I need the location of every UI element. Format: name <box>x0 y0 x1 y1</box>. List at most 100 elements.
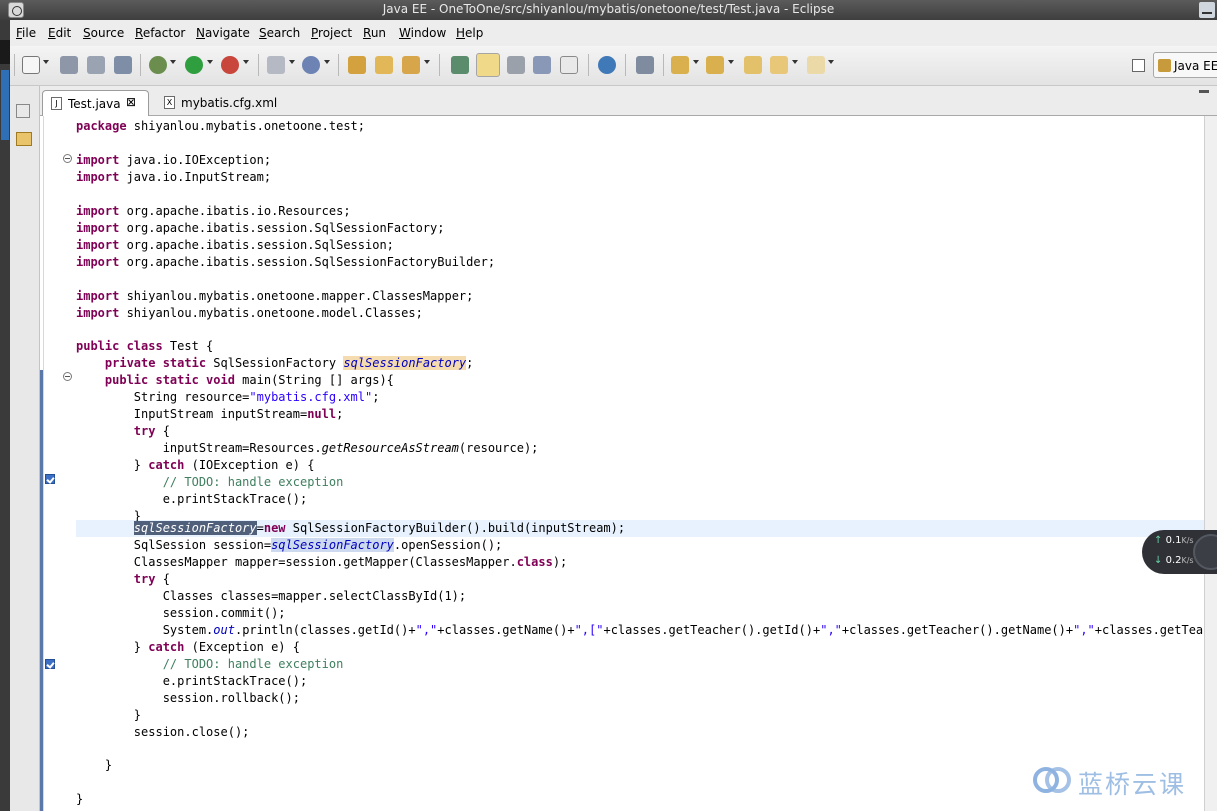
java-editor[interactable]: package shiyanlou.mybatis.onetoone.test;… <box>40 116 1217 811</box>
new-icon[interactable] <box>22 56 40 74</box>
open-resource-icon[interactable] <box>375 56 393 74</box>
code-line: inputStream=Resources.getResourceAsStrea… <box>76 441 539 455</box>
new-class-dropdown-icon[interactable] <box>324 60 330 64</box>
open-type-icon[interactable] <box>348 56 366 74</box>
menu-refactor[interactable]: Refactor <box>135 26 185 40</box>
run-icon[interactable] <box>185 56 203 74</box>
menu-run[interactable]: Run <box>363 26 386 40</box>
menu-bar: File Edit Source Refactor Navigate Searc… <box>10 20 1217 46</box>
search-dropdown-icon[interactable] <box>424 60 430 64</box>
new-class-icon[interactable] <box>302 56 320 74</box>
menu-search[interactable]: Search <box>259 26 300 40</box>
xml-file-icon: X <box>164 96 175 109</box>
menu-navigate[interactable]: Navigate <box>196 26 250 40</box>
minimize-icon[interactable] <box>1199 2 1215 18</box>
run-dropdown-icon[interactable] <box>207 60 213 64</box>
perspective-java-ee[interactable]: Java EE <box>1153 52 1217 78</box>
ruler-edge <box>43 116 44 811</box>
highlight-brush-icon[interactable] <box>476 53 500 77</box>
menu-project[interactable]: Project <box>311 26 352 40</box>
show-source-icon[interactable] <box>533 56 551 74</box>
toolbar-separator <box>258 54 259 76</box>
pin-editor-icon[interactable] <box>636 56 654 74</box>
code-line: InputStream inputStream=null; <box>76 407 344 421</box>
code-line: import java.io.InputStream; <box>76 170 272 184</box>
desktop-widget <box>0 40 10 64</box>
menu-file[interactable]: File <box>16 26 36 40</box>
new-server-icon[interactable] <box>267 56 285 74</box>
code-line: try { <box>133 424 170 438</box>
package-explorer-icon[interactable] <box>16 132 32 146</box>
next-annotation-dropdown-icon[interactable] <box>693 60 699 64</box>
forward-dropdown-icon[interactable] <box>828 60 834 64</box>
close-icon[interactable]: ⊠ <box>126 95 136 109</box>
minimized-view-stack <box>10 86 40 811</box>
task-marker-icon[interactable] <box>45 474 55 484</box>
external-tools-dropdown-icon[interactable] <box>243 60 249 64</box>
toolbar-separator <box>140 54 141 76</box>
code-line: String resource="mybatis.cfg.xml"; <box>76 390 380 404</box>
menu-window[interactable]: Window <box>399 26 446 40</box>
fold-collapse-icon[interactable] <box>63 372 72 381</box>
toggle-mark-occurrences-icon[interactable] <box>451 56 469 74</box>
code-area[interactable]: package shiyanlou.mybatis.onetoone.test;… <box>76 116 1217 811</box>
maximize-icon[interactable] <box>1199 90 1209 93</box>
restore-icon[interactable] <box>16 104 30 118</box>
network-speed-widget[interactable]: ↑ 0.1K/s ↓ 0.2K/s <box>1142 530 1217 574</box>
previous-annotation-dropdown-icon[interactable] <box>728 60 734 64</box>
code-line: // TODO: handle exception <box>162 657 344 671</box>
task-marker-icon[interactable] <box>45 659 55 669</box>
tab-test-java[interactable]: J Test.java ⊠ <box>42 90 149 116</box>
save-icon[interactable] <box>60 56 78 74</box>
menu-source[interactable]: Source <box>83 26 124 40</box>
toolbar-separator <box>588 54 589 76</box>
code-line: } <box>76 708 142 722</box>
fold-collapse-icon[interactable] <box>63 154 72 163</box>
next-annotation-icon[interactable] <box>671 56 689 74</box>
code-line: ClassesMapper mapper=session.getMapper(C… <box>76 555 568 569</box>
code-line: System.out.println(classes.getId()+","+c… <box>76 623 1217 637</box>
new-server-dropdown-icon[interactable] <box>289 60 295 64</box>
menu-edit[interactable]: Edit <box>48 26 71 40</box>
new-dropdown-icon[interactable] <box>43 60 49 64</box>
watermark: 蓝桥云课 <box>1030 763 1210 799</box>
code-line: import java.io.IOException; <box>76 153 272 167</box>
code-line: e.printStackTrace(); <box>76 674 308 688</box>
code-line: import org.apache.ibatis.session.SqlSess… <box>76 255 496 269</box>
tab-label: Test.java <box>68 97 121 111</box>
code-line: private static SqlSessionFactory sqlSess… <box>104 356 474 370</box>
toolbar-separator <box>439 54 440 76</box>
overview-ruler[interactable] <box>1204 116 1217 811</box>
save-all-icon[interactable] <box>87 56 105 74</box>
print-icon[interactable] <box>114 56 132 74</box>
menu-help[interactable]: Help <box>456 26 483 40</box>
code-line: } catch (Exception e) { <box>76 640 300 654</box>
code-line: import shiyanlou.mybatis.onetoone.mapper… <box>76 289 474 303</box>
code-line: SqlSession session=sqlSessionFactory.ope… <box>76 538 503 552</box>
search-icon[interactable] <box>402 56 420 74</box>
show-whitespace-icon[interactable] <box>560 56 578 74</box>
open-perspective-icon[interactable] <box>1132 59 1145 72</box>
debug-icon[interactable] <box>149 56 167 74</box>
tab-mybatis-cfg-xml[interactable]: X mybatis.cfg.xml <box>156 90 296 116</box>
code-line: session.close(); <box>76 725 250 739</box>
back-dropdown-icon[interactable] <box>792 60 798 64</box>
last-edit-location-icon[interactable] <box>744 56 762 74</box>
web-browser-icon[interactable] <box>598 56 616 74</box>
external-tools-icon[interactable] <box>221 56 239 74</box>
debug-dropdown-icon[interactable] <box>170 60 176 64</box>
code-line: import org.apache.ibatis.io.Resources; <box>76 204 351 218</box>
code-line: e.printStackTrace(); <box>76 492 308 506</box>
previous-annotation-icon[interactable] <box>706 56 724 74</box>
editor-tabs: J Test.java ⊠ X mybatis.cfg.xml <box>40 86 1217 116</box>
toolbar-separator <box>663 54 664 76</box>
java-file-icon: J <box>51 97 62 110</box>
speed-dial-icon[interactable] <box>1193 534 1217 570</box>
desktop-shortcut[interactable] <box>1 70 9 140</box>
code-line: import org.apache.ibatis.session.SqlSess… <box>76 221 445 235</box>
back-icon[interactable] <box>770 56 788 74</box>
code-line: sqlSessionFactory=new SqlSessionFactoryB… <box>133 521 626 535</box>
code-line: } <box>76 758 113 772</box>
toggle-block-selection-icon[interactable] <box>507 56 525 74</box>
forward-icon[interactable] <box>807 56 825 74</box>
